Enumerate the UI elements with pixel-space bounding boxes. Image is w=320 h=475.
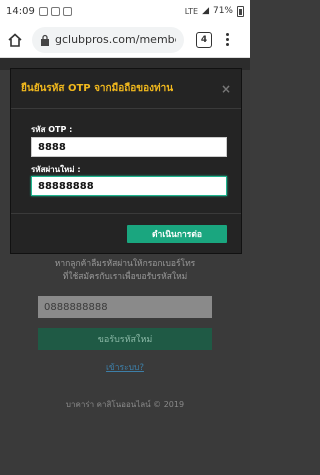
modal-footer: ดำเนินการต่อ <box>11 213 241 255</box>
network-type-label: LTE <box>184 6 199 16</box>
modal-header: ยืนยันรหัส OTP จากมือถือของท่าน × <box>11 69 241 109</box>
login-link[interactable]: เข้าระบบ? <box>0 360 250 374</box>
home-icon[interactable] <box>6 31 24 49</box>
close-icon[interactable]: × <box>221 83 231 95</box>
status-indicators: LTE ◢ 71% <box>184 5 244 17</box>
footer-copyright: บาคาร่า คาสิโนออนไลน์ © 2019 <box>65 400 185 409</box>
otp-input[interactable] <box>31 137 227 157</box>
battery-icon <box>237 5 244 17</box>
lock-icon <box>41 34 49 46</box>
message-notification-icon <box>62 6 72 16</box>
address-bar[interactable]: gclubpros.com/membe <box>32 26 184 53</box>
overflow-menu-icon[interactable] <box>224 33 230 46</box>
image-notification-icon <box>50 6 60 16</box>
otp-label: รหัส OTP : <box>31 125 73 134</box>
modal-body: รหัส OTP : รหัสผ่านใหม่ : <box>11 109 241 213</box>
battery-percent: 71% <box>212 6 233 16</box>
signal-icon: ◢ <box>202 6 209 16</box>
phone-number-input[interactable] <box>38 296 212 318</box>
new-password-label: รหัสผ่านใหม่ : <box>31 165 81 174</box>
new-password-input[interactable] <box>31 176 227 196</box>
request-new-password-button[interactable]: ขอรับรหัสใหม่ <box>38 328 212 350</box>
tab-switcher-button[interactable]: 4 <box>196 31 212 48</box>
forgot-password-instructions: หากลูกค้าลืมรหัสผ่านให้กรอกเบอร์โทร ที่ใ… <box>54 259 196 282</box>
modal-title: ยืนยันรหัส OTP จากมือถือของท่าน <box>21 83 174 94</box>
status-time: 14:09 <box>6 5 35 17</box>
url-text: gclubpros.com/membe <box>55 33 176 46</box>
browser-toolbar: gclubpros.com/membe 4 <box>0 22 250 58</box>
status-bar: 14:09 LTE ◢ 71% <box>0 0 250 22</box>
otp-modal: ยืนยันรหัส OTP จากมือถือของท่าน × รหัส O… <box>10 68 242 254</box>
continue-button[interactable]: ดำเนินการต่อ <box>127 225 227 243</box>
notification-icon <box>38 6 48 16</box>
